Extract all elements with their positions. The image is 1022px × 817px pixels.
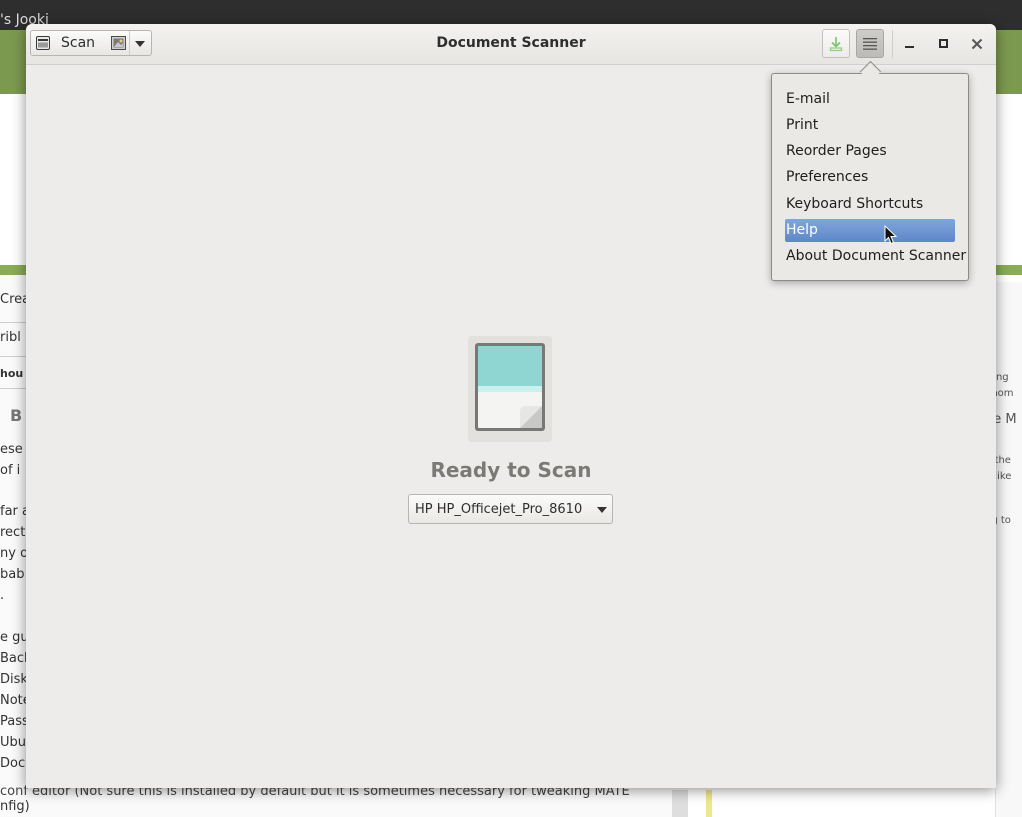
close-button[interactable] [967, 34, 987, 54]
menu-item-keyboard-shortcuts[interactable]: Keyboard Shortcuts [785, 193, 955, 216]
bg-text: rect [0, 525, 26, 540]
bg-text: ribl [0, 330, 21, 345]
menu-item-reorder-pages[interactable]: Reorder Pages [785, 140, 955, 163]
menu-item-help[interactable]: Help [785, 219, 955, 242]
minimize-button[interactable] [900, 34, 920, 54]
close-icon [971, 38, 983, 50]
save-button[interactable] [822, 29, 850, 58]
download-icon [829, 37, 843, 52]
menu-item-email[interactable]: E-mail [785, 88, 955, 111]
background-sidebar [995, 282, 1022, 817]
header-divider [892, 30, 893, 58]
app-menu-popover: E-mail Print Reorder Pages Preferences K… [771, 73, 969, 281]
bg-text: ese [0, 442, 23, 457]
bg-highlight-strip [706, 790, 712, 817]
maximize-button[interactable] [934, 34, 954, 54]
menu-item-print[interactable]: Print [785, 114, 955, 137]
hamburger-menu-icon [863, 38, 877, 50]
menu-item-preferences[interactable]: Preferences [785, 166, 955, 189]
bg-text: ny o [0, 546, 29, 561]
menu-item-about[interactable]: About Document Scanner [785, 245, 966, 268]
app-menu-button[interactable] [856, 29, 884, 58]
chevron-down-icon [597, 507, 607, 513]
header-bar: Scan Document Scanner [26, 24, 996, 65]
scan-document-icon [468, 336, 552, 442]
bg-scrollbar [672, 790, 688, 817]
bg-text: Ubu [0, 735, 27, 750]
selected-device: HP HP_Officejet_Pro_8610 [415, 502, 583, 517]
scanner-device-select[interactable]: HP HP_Officejet_Pro_8610 [408, 494, 613, 524]
mouse-cursor-icon [884, 225, 898, 245]
bg-text: of i [0, 463, 21, 478]
maximize-icon [939, 39, 948, 48]
bg-text: bab [0, 567, 25, 582]
bg-text: Pass [0, 714, 29, 729]
window-title: Document Scanner [436, 35, 586, 51]
minimize-icon [905, 46, 914, 48]
bg-bold-icon: B [10, 406, 23, 425]
ready-to-scan-label: Ready to Scan [430, 458, 592, 482]
bg-text: . [0, 588, 5, 603]
bg-text: hou [0, 367, 24, 380]
bg-text: nfig) [0, 799, 30, 814]
